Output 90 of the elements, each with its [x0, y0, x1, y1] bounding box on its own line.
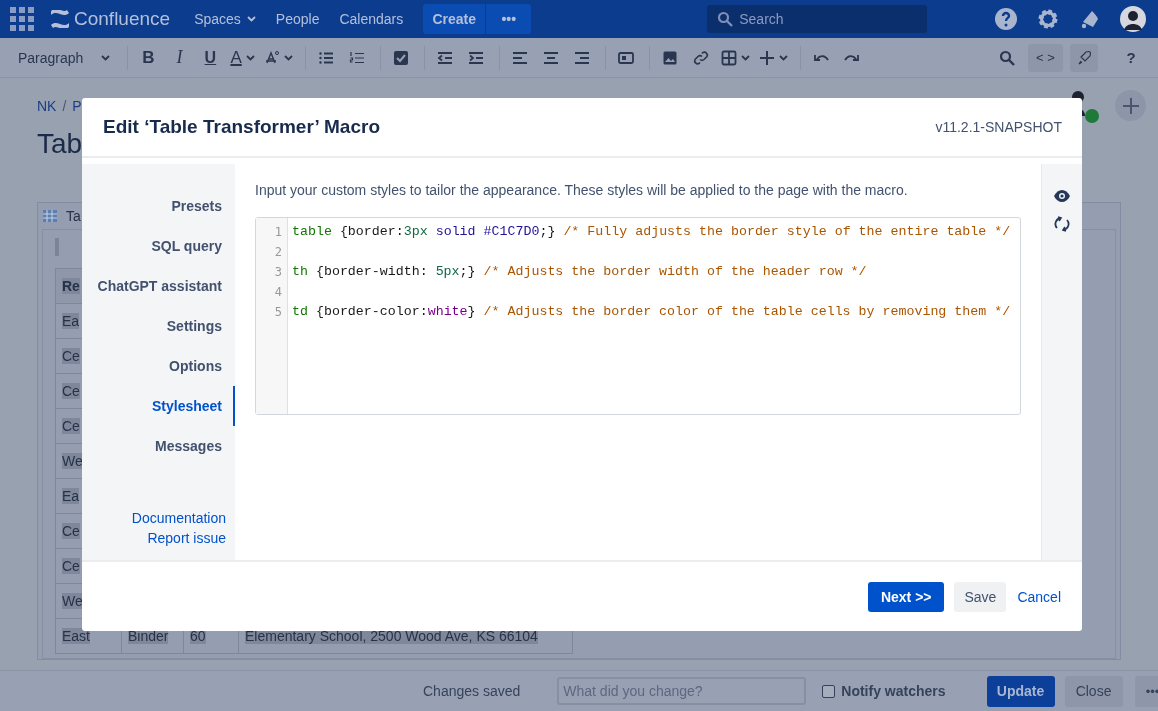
table-header: Re	[62, 278, 80, 294]
notify-checkbox[interactable]: Notify watchers	[822, 683, 946, 699]
breadcrumb-link[interactable]: P	[72, 98, 82, 114]
line-number: 4	[273, 284, 283, 301]
nav-menu-item[interactable]: People	[265, 11, 330, 27]
plus-icon	[1121, 96, 1140, 115]
table-cell: Ce	[62, 558, 80, 574]
image-icon	[661, 49, 678, 66]
eye-icon[interactable]	[1054, 190, 1070, 202]
chevron-icon	[101, 54, 111, 61]
sidebar-item[interactable]: Stylesheet	[82, 386, 235, 426]
align-center-icon	[542, 49, 559, 66]
align-right-icon	[573, 49, 590, 66]
help-link[interactable]: Documentation	[131, 510, 226, 526]
underline-button[interactable]: U	[196, 43, 225, 72]
more-button[interactable]: •••	[1134, 675, 1158, 707]
help-icon[interactable]	[994, 7, 1018, 31]
table-cell: Ce	[62, 383, 80, 399]
code-line: table {border:3px solid #C1C7D0;} /* Fully adjusts the border style of the entire table */	[292, 223, 1011, 241]
sidebar-item[interactable]: Options	[82, 346, 235, 386]
sidebar-item[interactable]: Messages	[82, 426, 235, 466]
sidebar-item[interactable]: ChatGPT assistant	[82, 266, 235, 306]
help-button[interactable]: ?	[1117, 43, 1145, 72]
text-color-button[interactable]: A	[227, 43, 258, 72]
table-cell: We	[62, 453, 83, 469]
sidebar-item[interactable]: Presets	[82, 186, 235, 226]
table-cell: Ce	[62, 348, 80, 364]
checkbox-icon	[392, 49, 409, 66]
plus-icon	[758, 49, 775, 66]
chevron-icon	[245, 54, 255, 61]
chevron-icon	[778, 54, 788, 61]
settings-icon[interactable]	[1036, 7, 1060, 31]
outdent-icon	[436, 49, 453, 66]
help-link[interactable]: Report issue	[147, 530, 226, 546]
table-cell: Ea	[62, 313, 80, 329]
bullet-list-icon	[317, 49, 334, 66]
code-line: td {border-color:white} /* Adjusts the border color of the table cells by removing them */	[292, 303, 1011, 321]
table-cell: Ce	[62, 418, 80, 434]
add-button[interactable]	[1115, 90, 1146, 121]
description-text: Input your custom styles to tailor the appearance. These styles will be applied to the page with the macro.	[255, 182, 909, 198]
dialog-title: Edit ‘Table Transformer’ Macro	[103, 116, 380, 138]
align-left-icon	[511, 49, 528, 66]
cancel-link[interactable]: Cancel	[1016, 581, 1062, 612]
page-title: Tab	[37, 128, 84, 160]
comment-field[interactable]: What did you change?	[557, 677, 807, 705]
paragraph-dropdown[interactable]: Paragraph	[14, 43, 114, 72]
text-style-icon	[263, 49, 280, 66]
table-icon	[42, 209, 60, 223]
product-logo[interactable]: Confluence	[74, 8, 171, 30]
link-icon	[692, 49, 709, 66]
line-number: 1	[273, 224, 283, 241]
close-button[interactable]: Close	[1064, 675, 1123, 707]
app-switcher-icon[interactable]	[10, 7, 34, 31]
table-cell: East	[62, 628, 90, 644]
chevron-icon	[740, 54, 750, 61]
version-label: v11.2.1-SNAPSHOT	[935, 119, 1062, 135]
breadcrumb-separator: /	[62, 98, 67, 114]
update-button[interactable]: Update	[986, 675, 1055, 707]
save-status: Changes saved	[423, 683, 521, 699]
chevron-icon	[246, 16, 256, 22]
create-button[interactable]: Create	[423, 4, 487, 34]
line-number: 5	[273, 304, 283, 321]
line-number: 2	[273, 244, 283, 261]
more-button[interactable]: •••	[486, 4, 532, 34]
nav-menu-item[interactable]: Calendars	[329, 11, 414, 27]
table-icon	[720, 49, 737, 66]
chevron-icon	[283, 54, 293, 61]
macro-label: Ta	[66, 208, 81, 224]
nav-menu-item[interactable]: Spaces	[184, 11, 266, 27]
numbered-list-icon	[348, 49, 365, 66]
save-button[interactable]: Save	[954, 581, 1007, 612]
table-cell: Ce	[62, 523, 80, 539]
code-editor[interactable]	[255, 217, 1021, 415]
table-cell: We	[62, 593, 83, 609]
table-cell: Ea	[62, 488, 80, 504]
search-icon	[999, 49, 1015, 66]
layout-icon	[617, 49, 634, 66]
sidebar-item[interactable]: Settings	[82, 306, 235, 346]
next-button[interactable]: Next >>	[867, 581, 945, 612]
sidebar-item[interactable]: SQL query	[82, 226, 235, 266]
code-line: th {border-width: 5px;} /* Adjusts the border width of the header row */	[292, 263, 868, 281]
italic-button[interactable]: I	[165, 43, 194, 72]
breadcrumb-link[interactable]: NK	[37, 98, 57, 114]
bold-button[interactable]: B	[134, 43, 163, 72]
search-field[interactable]: Search	[707, 5, 928, 33]
line-number: 3	[273, 264, 283, 281]
source-editor-button[interactable]: < >	[1028, 43, 1063, 72]
logo-icon	[50, 10, 70, 28]
indent-icon	[467, 49, 484, 66]
refresh-icon[interactable]	[1054, 216, 1070, 232]
